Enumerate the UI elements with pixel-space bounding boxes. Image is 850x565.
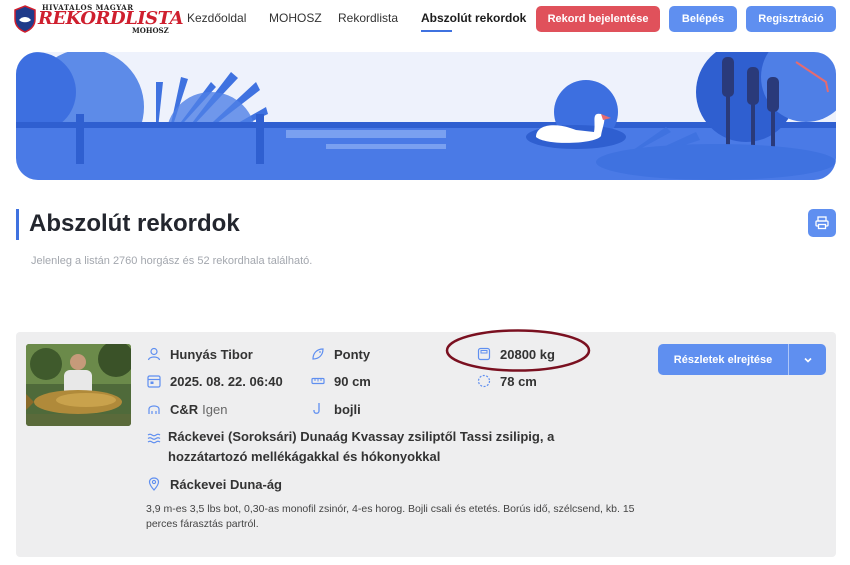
logo-sub-text: MOHOSZ [132, 26, 169, 35]
report-record-button[interactable]: Rekord bejelentése [536, 6, 660, 32]
water-name: Ráckevei (Soroksári) Dunaág Kvassay zsil… [168, 429, 555, 464]
date-field: 2025. 08. 22. 06:40 [146, 372, 283, 390]
site-logo[interactable]: HIVATALOS MAGYAR REKORDLISTA MOHOSZ [14, 3, 184, 35]
map-pin-icon [146, 476, 162, 492]
hero-banner [16, 52, 836, 180]
catch-photo-image [26, 344, 131, 426]
details-button-group: Részletek elrejtése [658, 344, 826, 375]
girth-field: 78 cm [476, 372, 537, 390]
species-field: Ponty [310, 345, 370, 363]
catch-release-field: C&R Igen [146, 400, 227, 418]
register-button[interactable]: Regisztráció [746, 6, 836, 32]
water-icon-wrap [146, 429, 170, 447]
page-title: Abszolút rekordok [29, 210, 240, 237]
page-subtitle: Jelenleg a listán 2760 horgász és 52 rek… [31, 255, 313, 267]
species-name: Ponty [334, 346, 371, 362]
nav-link-absolute-records[interactable]: Abszolút rekordok [421, 11, 526, 25]
shield-logo-icon [14, 5, 36, 33]
angler-name: Hunyás Tibor [170, 346, 253, 362]
nav-link-mohosz[interactable]: MOHOSZ [269, 11, 322, 25]
fish-icon [310, 346, 326, 362]
place-name: Ráckevei Duna-ág [170, 476, 282, 492]
active-nav-indicator [421, 30, 452, 32]
login-button[interactable]: Belépés [669, 6, 737, 32]
catch-date: 2025. 08. 22. 06:40 [170, 373, 283, 389]
highlight-oval [445, 329, 591, 372]
fish-girth: 78 cm [500, 373, 537, 389]
user-icon [146, 346, 162, 362]
catch-photo[interactable] [26, 344, 131, 426]
title-accent-bar [16, 209, 19, 240]
catch-description: 3,9 m-es 3,5 lbs bot, 0,30-as monofil zs… [146, 503, 635, 530]
hook-icon [310, 401, 326, 417]
nav-link-home[interactable]: Kezdőoldal [187, 11, 246, 25]
hide-details-button[interactable]: Részletek elrejtése [658, 344, 788, 375]
cr-label: C&R [170, 401, 199, 417]
calendar-icon [146, 373, 162, 389]
place-field: Ráckevei Duna-ág [146, 475, 282, 493]
fish-length: 90 cm [334, 373, 371, 389]
bait-field: bojli [310, 400, 361, 418]
lake-illustration [16, 52, 836, 180]
hook-release-icon [146, 401, 162, 417]
waves-icon [146, 430, 162, 446]
bait-type: bojli [334, 401, 361, 417]
top-navbar: HIVATALOS MAGYAR REKORDLISTA MOHOSZ Kezd… [0, 0, 850, 38]
details-dropdown-toggle[interactable] [789, 344, 826, 375]
ruler-icon [310, 373, 326, 389]
print-button[interactable] [808, 209, 836, 237]
length-field: 90 cm [310, 372, 371, 390]
angler-field: Hunyás Tibor [146, 345, 253, 363]
printer-icon [815, 216, 829, 230]
girth-icon [476, 373, 492, 389]
cr-value: Igen [202, 401, 228, 417]
nav-link-rekordlista[interactable]: Rekordlista [338, 11, 398, 25]
chevron-down-icon [803, 357, 812, 363]
